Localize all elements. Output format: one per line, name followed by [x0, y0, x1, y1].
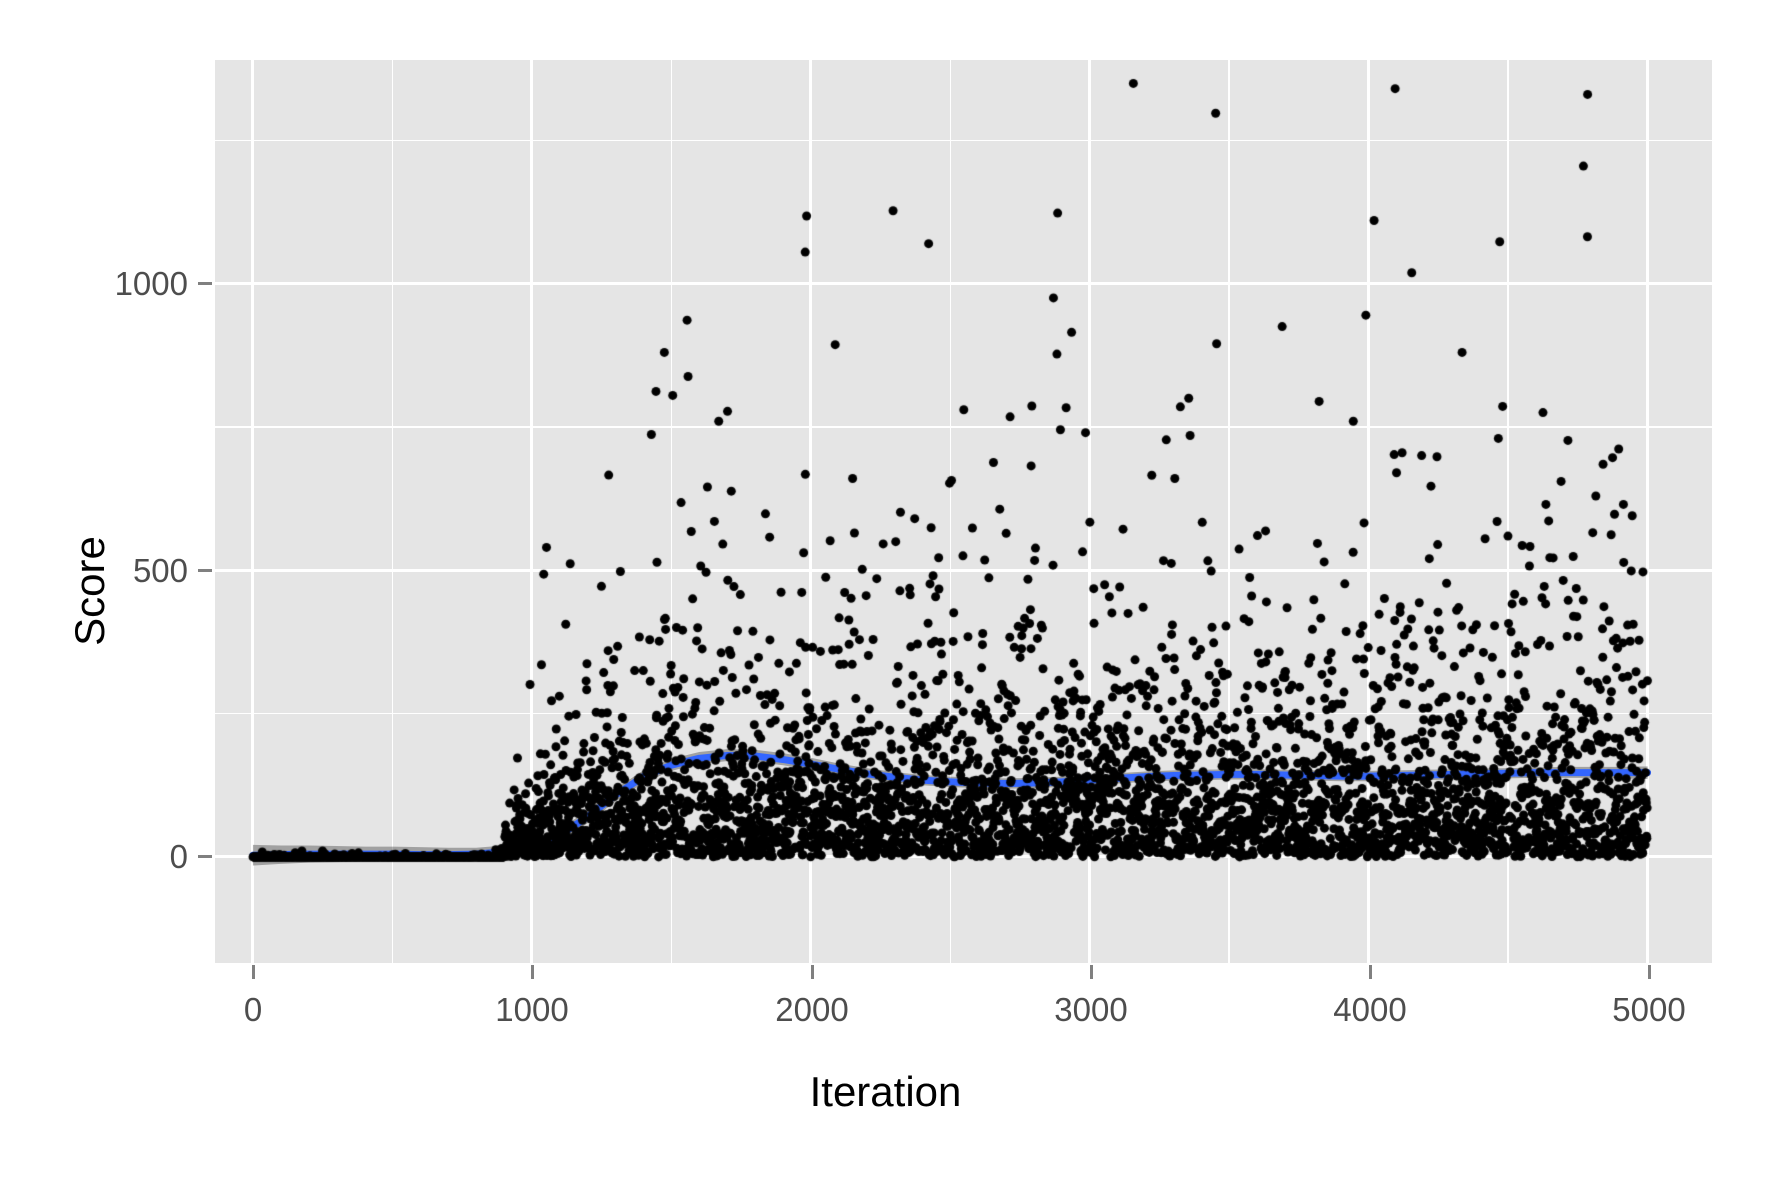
x-tick-mark-5000 — [1648, 965, 1651, 979]
y-tick-mark-1000 — [198, 282, 212, 285]
x-tick-label-1000: 1000 — [495, 991, 569, 1028]
scatter-points-layer — [215, 60, 1712, 963]
x-tick-mark-1000 — [531, 965, 534, 979]
y-axis-title: Score — [65, 535, 113, 646]
x-axis-title: Iteration — [809, 1068, 962, 1115]
scatter-plot-figure: 1000 500 0 Score 0 1000 2000 3000 4000 5… — [0, 0, 1771, 1181]
x-tick-label-4000: 4000 — [1333, 991, 1407, 1028]
y-tick-mark-500 — [198, 569, 212, 572]
x-tick-label-2000: 2000 — [775, 991, 849, 1028]
plot-panel — [215, 60, 1712, 963]
x-tick-mark-0 — [252, 965, 255, 979]
x-tick-mark-2000 — [811, 965, 814, 979]
x-tick-label-5000: 5000 — [1612, 991, 1686, 1028]
y-tick-mark-0 — [198, 855, 212, 858]
x-tick-mark-3000 — [1090, 965, 1093, 979]
x-tick-label-0: 0 — [243, 991, 263, 1028]
x-tick-label-3000: 3000 — [1054, 991, 1128, 1028]
y-axis-title-wrapper: Score — [40, 0, 113, 1181]
x-tick-mark-4000 — [1369, 965, 1372, 979]
